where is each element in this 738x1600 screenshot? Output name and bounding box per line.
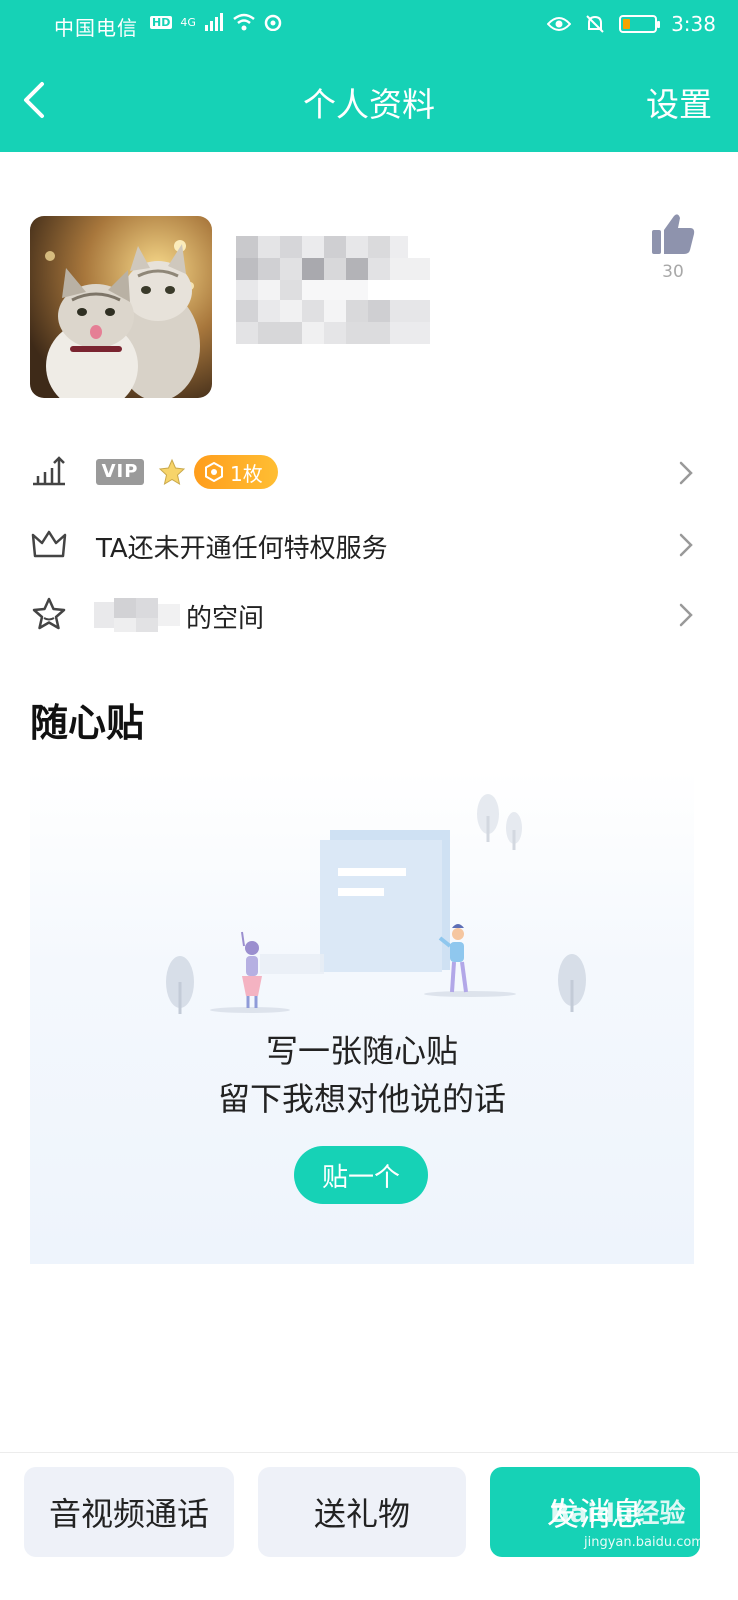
eye-icon (547, 17, 572, 31)
avatar[interactable] (30, 216, 212, 398)
status-icons-right: 3:38 (547, 12, 716, 36)
thumbs-up-icon (652, 214, 695, 254)
clock: 3:38 (671, 12, 716, 36)
send-gift-button[interactable]: 送礼物 (258, 1467, 466, 1557)
empty-illustration (166, 794, 586, 1014)
network-label: 4G (180, 15, 196, 29)
header: 中国电信 HD 4G 3:38 个人资料 设置 (0, 0, 738, 152)
chevron-right-icon (679, 461, 693, 485)
space-row[interactable]: 的空间 (0, 582, 738, 646)
post-note-button[interactable]: 贴一个 (294, 1146, 428, 1204)
privilege-row[interactable]: TA还未开通任何特权服务 (0, 512, 738, 576)
page-title: 个人资料 (303, 85, 435, 124)
star-level-icon (158, 458, 186, 486)
like-count: 30 (662, 262, 684, 282)
crown-icon (31, 530, 67, 558)
sync-icon (264, 14, 282, 31)
mute-bell-icon (586, 15, 604, 33)
level-chart-icon (33, 456, 65, 486)
battery-icon (619, 15, 661, 33)
status-icons-left: HD 4G (150, 13, 282, 31)
vip-tag: VIP (96, 459, 144, 485)
like-button[interactable]: 30 (650, 212, 696, 282)
hd-badge: HD (150, 15, 173, 29)
cat-photo (30, 216, 212, 398)
section-title: 随心贴 (30, 701, 145, 745)
watermark-logo: Baidu经验 (550, 1499, 686, 1529)
settings-button[interactable]: 设置 (646, 78, 712, 126)
empty-state-line-1: 写一张随心贴 (265, 1032, 458, 1070)
star-outline-icon (32, 597, 66, 630)
chevron-right-icon (679, 603, 693, 627)
bottom-action-bar: 音视频通话 送礼物 发消息 Baidu经验 jingyan.baidu.com (0, 1452, 738, 1600)
nickname-redacted (236, 236, 430, 346)
wifi-icon (233, 13, 255, 31)
coin-icon (205, 462, 223, 482)
signal-icon (204, 13, 223, 31)
level-row[interactable]: VIP 1枚 (0, 440, 738, 504)
av-call-button[interactable]: 音视频通话 (24, 1467, 234, 1557)
empty-state-line-2: 留下我想对他说的话 (217, 1080, 506, 1118)
status-bar: 中国电信 HD 4G 3:38 (0, 0, 738, 50)
coin-badge: 1枚 (194, 455, 278, 489)
pixelated-text (236, 236, 430, 344)
redacted-name (94, 598, 180, 632)
watermark-url: jingyan.baidu.com (584, 1535, 704, 1550)
chevron-right-icon (679, 533, 693, 557)
space-label: 的空间 (186, 604, 265, 634)
privilege-text: TA还未开通任何特权服务 (96, 534, 388, 564)
carrier-label: 中国电信 (54, 16, 138, 40)
coin-count: 1枚 (230, 461, 263, 486)
empty-state-card: 写一张随心贴 留下我想对他说的话 贴一个 (30, 770, 694, 1264)
